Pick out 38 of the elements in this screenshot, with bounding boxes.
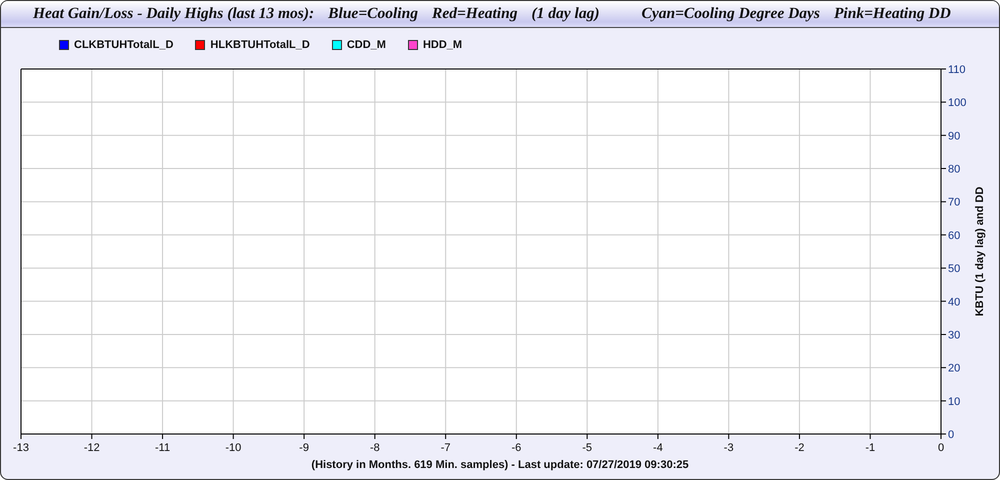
legend-label: CLKBTUHTotalL_D [74, 38, 174, 50]
legend-label: HDD_M [422, 38, 462, 50]
axis-tick-label: -9 [299, 442, 309, 454]
axis-title: KBTU (1 day lag) and DD [974, 186, 986, 316]
axis-tick-label: 100 [948, 97, 966, 110]
legend-label: CDD_M [346, 38, 386, 50]
axis-tick-label: 70 [948, 196, 960, 209]
axis-tick-label: -7 [440, 442, 450, 454]
axis-tick-label: 60 [948, 230, 960, 242]
axis-tick-label: 20 [948, 362, 960, 375]
axis-tick-label: -10 [225, 442, 242, 454]
axis-tick-label: -3 [724, 442, 734, 454]
axis-tick-label: 80 [948, 164, 960, 176]
axis-tick-label: -2 [794, 442, 804, 454]
axis-tick-label: -11 [155, 442, 170, 454]
axis-tick-label: 40 [948, 296, 960, 308]
axis-tick-label: 10 [948, 396, 960, 408]
chart-title: Red=Heating [432, 5, 518, 23]
axis-tick-label: 0 [938, 442, 944, 454]
axis-tick-label: -4 [653, 442, 663, 454]
axis-tick-label: 50 [948, 263, 960, 276]
axis-tick-label: 90 [948, 130, 960, 142]
chart-title: Heat Gain/Loss - Daily Highs (last 13 mos): [33, 5, 314, 23]
chart-title: Pink=Heating DD [834, 5, 951, 23]
axis-tick-label: -5 [582, 442, 592, 454]
chart-title: (1 day lag) [531, 5, 600, 23]
axis-title: (History in Months. 619 Min. samples) - Last update: 07/27/2019 09:30:25 [311, 459, 689, 471]
axis-tick-label: -12 [84, 442, 100, 454]
chart-title: Cyan=Cooling Degree Days [641, 5, 820, 23]
axis-tick-label: -6 [512, 442, 522, 454]
axis-tick-label: -8 [370, 442, 380, 454]
axis-tick-label: 110 [948, 64, 966, 76]
axis-tick-label: 0 [948, 429, 954, 441]
axis-tick-label: -13 [13, 442, 29, 454]
axis-tick-label: 30 [948, 329, 960, 342]
axis-tick-label: -1 [865, 442, 876, 454]
legend-label: HLKBTUHTotalL_D [210, 38, 310, 50]
chart-title: Blue=Cooling [328, 5, 418, 23]
